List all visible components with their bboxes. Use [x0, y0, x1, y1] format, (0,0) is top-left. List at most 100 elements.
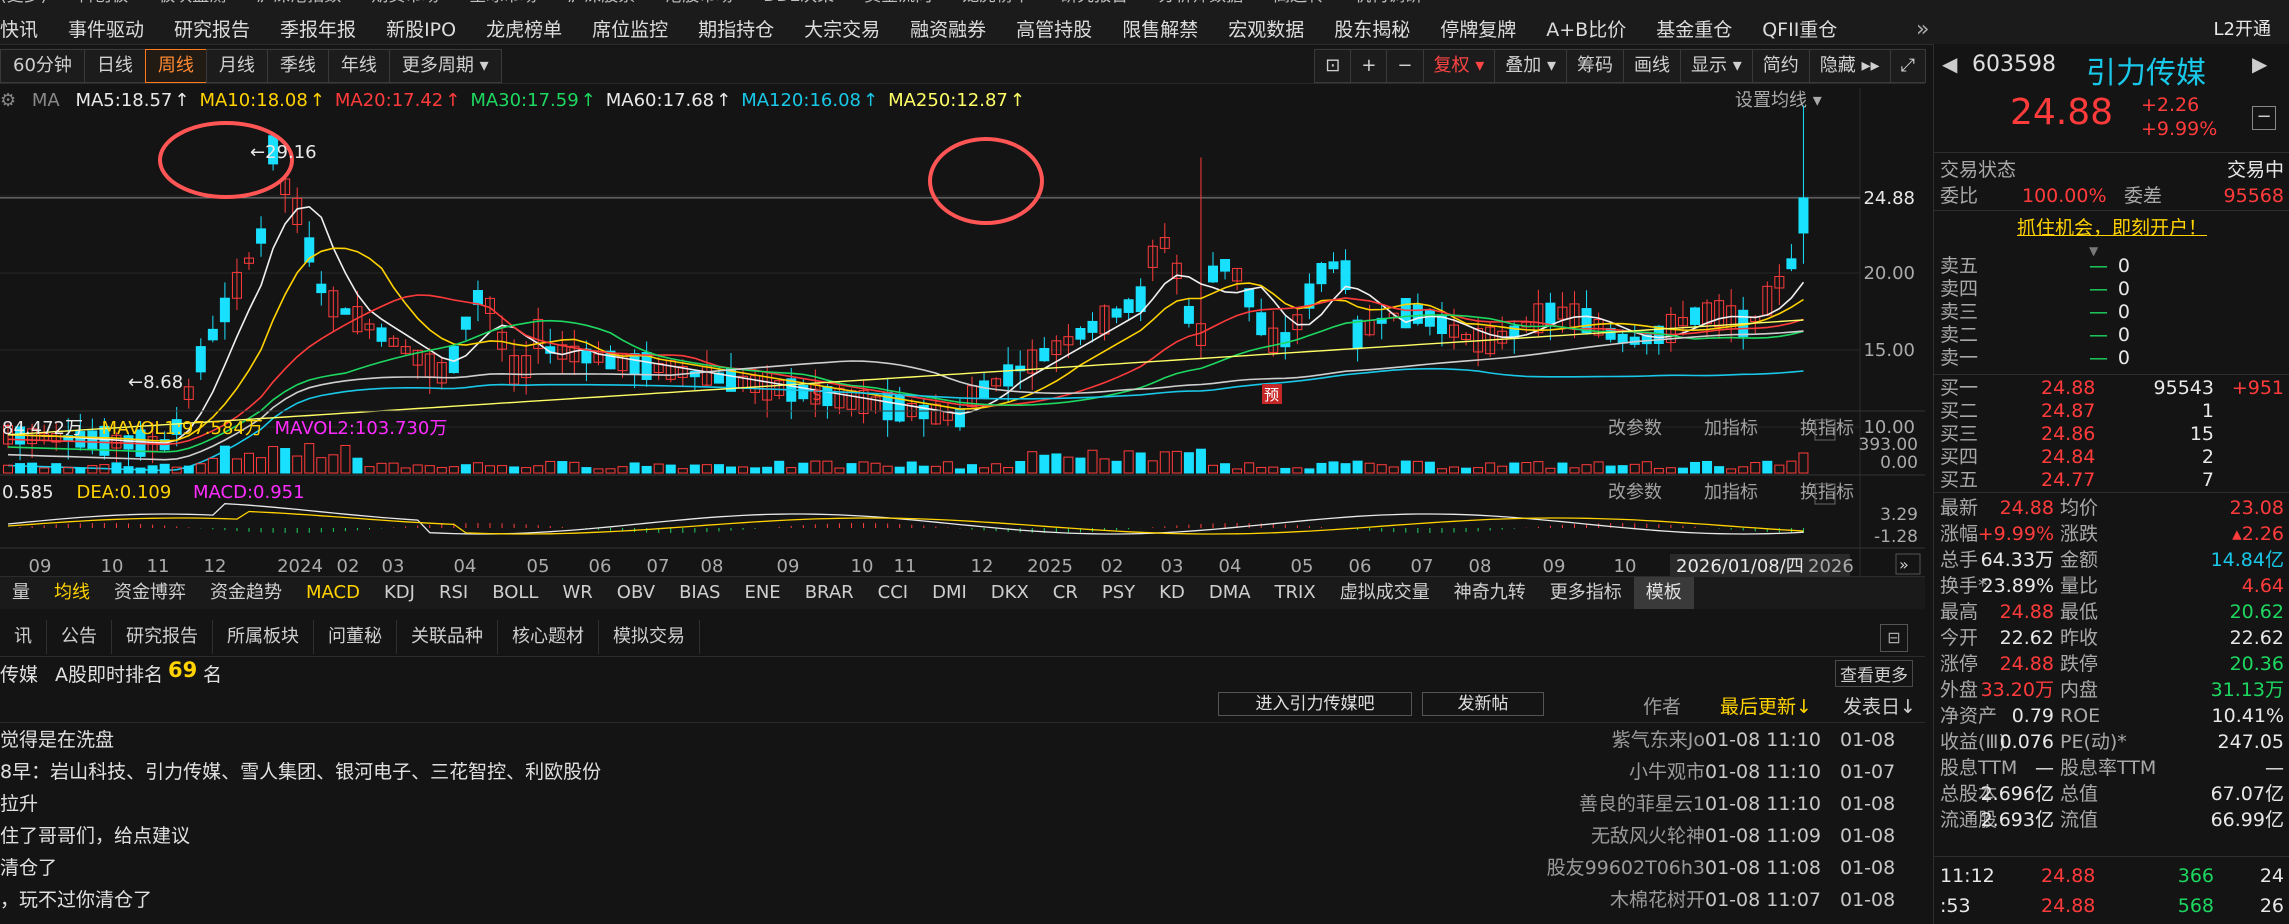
fullscreen-icon[interactable]: ⤢: [1889, 49, 1926, 83]
vol-action[interactable]: 改参数: [1608, 418, 1662, 439]
indicator-tab[interactable]: PSY: [1090, 577, 1147, 609]
news-tab[interactable]: 研究报告: [112, 620, 213, 654]
indicator-tab[interactable]: 均线: [42, 577, 102, 609]
nav2-item[interactable]: QFII重仓: [1762, 16, 1837, 44]
next-stock-icon[interactable]: ▶: [2252, 52, 2267, 76]
news-row[interactable]: 拉升 善良的菲星云1 01-08 11:10 01-08: [0, 788, 1925, 820]
view-more-button[interactable]: 查看更多: [1835, 660, 1913, 687]
period-tab[interactable]: 周线: [144, 49, 207, 83]
nav2-item[interactable]: 高管持股: [1016, 16, 1092, 44]
indicator-tab[interactable]: OBV: [605, 577, 667, 609]
collapse-icon[interactable]: ⊟: [1880, 624, 1908, 652]
indicator-tab[interactable]: BIAS: [667, 577, 732, 609]
nav1-item[interactable]: 分析师数据: [1158, 0, 1243, 5]
indicator-tab[interactable]: 资金趋势: [198, 577, 294, 609]
news-tab[interactable]: 模拟交易: [599, 620, 700, 654]
nav2-item[interactable]: 限售解禁: [1122, 16, 1198, 44]
news-author[interactable]: 紫气东来Jo: [1405, 724, 1705, 756]
indicator-tab[interactable]: BOLL: [480, 577, 550, 609]
zoom-in-icon[interactable]: +: [1350, 49, 1388, 83]
ask-row[interactable]: 卖三 —0: [1934, 300, 2289, 324]
period-tab[interactable]: 季线: [266, 49, 329, 83]
vol-action[interactable]: 换指标: [1800, 418, 1854, 439]
tool-button[interactable]: 显示 ▾: [1680, 49, 1753, 83]
col-updated[interactable]: 最后更新↓: [1720, 692, 1812, 719]
bid-row[interactable]: 买二 24.87 1: [1934, 399, 2289, 423]
news-author[interactable]: 善良的菲星云1: [1405, 788, 1705, 820]
indicator-tab[interactable]: CR: [1041, 577, 1090, 609]
news-title[interactable]: 清仓了: [0, 852, 57, 884]
news-author[interactable]: 小牛观市: [1405, 756, 1705, 788]
news-row[interactable]: 觉得是在洗盘 紫气东来Jo 01-08 11:10 01-08: [0, 724, 1925, 756]
indicator-tab[interactable]: KDJ: [372, 577, 427, 609]
indicator-tab[interactable]: 神奇九转: [1442, 577, 1538, 609]
indicator-tab[interactable]: DKX: [979, 577, 1041, 609]
lock-icon[interactable]: ⊡: [1314, 49, 1352, 83]
kline-chart[interactable]: 25.0020.0015.0010.0024.88←29.16←8.68$预84…: [0, 88, 1925, 576]
nav1-item[interactable]: 科创板: [77, 0, 128, 5]
nav2-item[interactable]: 研究报告: [174, 16, 250, 44]
news-author[interactable]: 股友99602T06h3: [1405, 852, 1705, 884]
nav1-item[interactable]: (更多): [0, 0, 47, 5]
l2-open-button[interactable]: L2开通: [2196, 16, 2289, 44]
tool-button[interactable]: 隐藏 ▸▸: [1808, 49, 1891, 83]
indicator-tab[interactable]: 更多指标: [1538, 577, 1634, 609]
period-tab[interactable]: 60分钟: [0, 49, 85, 83]
news-tab[interactable]: 核心题材: [498, 620, 599, 654]
nav1-item[interactable]: 高送转: [1273, 0, 1324, 5]
news-tab[interactable]: 关联品种: [397, 620, 498, 654]
tool-button[interactable]: 叠加 ▾: [1494, 49, 1568, 83]
news-tab[interactable]: 讯: [0, 620, 47, 654]
ask-row[interactable]: 卖一 —0: [1934, 346, 2289, 370]
period-tab[interactable]: 年线: [327, 49, 390, 83]
indicator-tab[interactable]: KD: [1147, 577, 1197, 609]
nav1-item[interactable]: 期货市场: [371, 0, 439, 5]
news-row[interactable]: 住了哥哥们，给点建议 无敌风火轮神 01-08 11:09 01-08: [0, 820, 1925, 852]
nav2-item[interactable]: 宏观数据: [1228, 16, 1304, 44]
nav2-item[interactable]: 事件驱动: [68, 16, 144, 44]
macd-action[interactable]: 加指标: [1704, 482, 1758, 503]
nav2-item[interactable]: 股东揭秘: [1334, 16, 1410, 44]
dividend-marker[interactable]: $: [812, 385, 822, 404]
indicator-tab[interactable]: TRIX: [1263, 577, 1328, 609]
nav1-item[interactable]: 全球市场: [469, 0, 537, 5]
news-title[interactable]: 觉得是在洗盘: [0, 724, 114, 756]
nav1-item[interactable]: 机构调研: [1354, 0, 1422, 5]
tool-button[interactable]: 画线: [1623, 49, 1682, 83]
nav2-item[interactable]: 龙虎榜单: [486, 16, 562, 44]
tool-button[interactable]: 简约: [1751, 49, 1810, 83]
bid-row[interactable]: 买三 24.86 15: [1934, 422, 2289, 446]
nav2-item[interactable]: 融资融券: [910, 16, 986, 44]
bid-row[interactable]: 买五 24.77 7: [1934, 468, 2289, 492]
nav1-item[interactable]: 资金流向: [864, 0, 932, 5]
enter-forum-button[interactable]: 进入引力传媒吧: [1218, 692, 1412, 716]
collapse-panel-icon[interactable]: −: [2252, 106, 2276, 130]
ask-row[interactable]: 卖五 —0: [1934, 254, 2289, 278]
nav1-item[interactable]: 板块监测: [158, 0, 226, 5]
nav2-item[interactable]: 停牌复牌: [1440, 16, 1516, 44]
vol-action[interactable]: 加指标: [1704, 418, 1758, 439]
nav2-item[interactable]: 基金重仓: [1656, 16, 1732, 44]
zoom-out-icon[interactable]: −: [1386, 49, 1424, 83]
news-tab[interactable]: 所属板块: [213, 620, 314, 654]
news-title[interactable]: 拉升: [0, 788, 38, 820]
indicator-tab[interactable]: DMI: [920, 577, 979, 609]
news-tab[interactable]: 公告: [47, 620, 112, 654]
indicator-tab[interactable]: RSI: [427, 577, 480, 609]
bid-row[interactable]: 买一 24.88 95543 +951: [1934, 376, 2289, 400]
indicator-tab[interactable]: DMA: [1197, 577, 1263, 609]
macd-action[interactable]: 改参数: [1608, 482, 1662, 503]
indicator-tab[interactable]: 虚拟成交量: [1328, 577, 1442, 609]
bid-row[interactable]: 买四 24.84 2: [1934, 445, 2289, 469]
col-posted[interactable]: 发表日↓: [1843, 692, 1916, 719]
prev-stock-icon[interactable]: ◀: [1942, 52, 1957, 76]
ask-row[interactable]: 卖二 —0: [1934, 323, 2289, 347]
news-row[interactable]: ，玩不过你清仓了 木棉花树开 01-08 11:07 01-08: [0, 884, 1925, 916]
indicator-tab[interactable]: 资金博弈: [102, 577, 198, 609]
news-tab[interactable]: 问董秘: [314, 620, 397, 654]
indicator-tab[interactable]: MACD: [294, 577, 372, 609]
period-tab[interactable]: 月线: [205, 49, 268, 83]
nav2-item[interactable]: 大宗交易: [804, 16, 880, 44]
nav2-item[interactable]: 新股IPO: [386, 16, 456, 44]
news-row[interactable]: 8早：岩山科技、引力传媒、雪人集团、银河电子、三花智控、利欧股份 小牛观市 01-0…: [0, 756, 1925, 788]
